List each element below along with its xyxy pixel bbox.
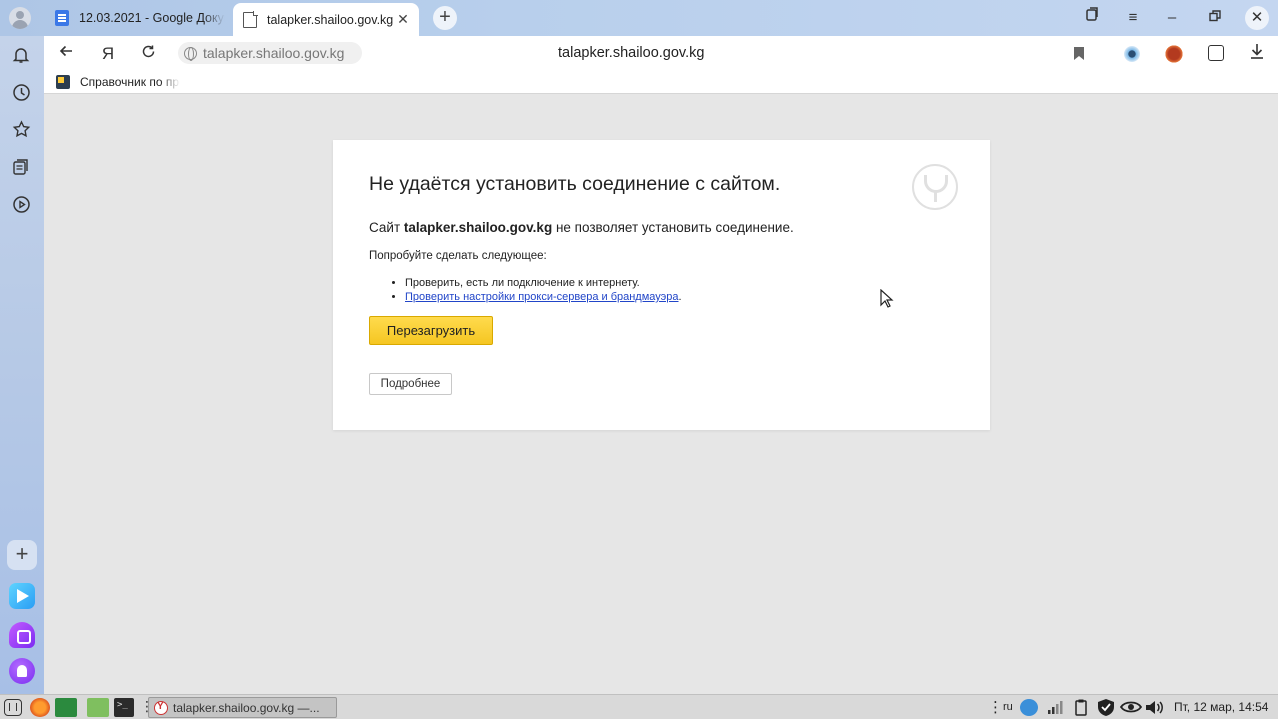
suggestions-list: Проверить, есть ли подключение к интерне…: [387, 276, 682, 304]
menu-icon[interactable]: ≡: [1121, 6, 1145, 30]
volume-icon[interactable]: [1144, 699, 1164, 719]
reload-icon[interactable]: [136, 42, 160, 66]
messenger-app-icon[interactable]: [9, 583, 35, 609]
sidebar: +: [0, 36, 44, 694]
bookmark-item-label[interactable]: Справочник по профессиям: [80, 75, 180, 89]
tab-title: talapker.shailoo.gov.kg: [267, 12, 393, 27]
assistant-app-icon[interactable]: [9, 658, 35, 684]
files-folder-icon[interactable]: [87, 698, 109, 717]
mouse-cursor-icon: [880, 289, 894, 308]
keyboard-layout[interactable]: ru: [1003, 698, 1013, 717]
favorites-star-icon[interactable]: [10, 120, 32, 142]
shield-icon[interactable]: [1096, 698, 1116, 719]
yandex-browser-icon: [154, 700, 168, 715]
suggestion-text: Проверить, есть ли подключение к интерне…: [405, 277, 640, 289]
browser-toolbar: Я talapker.shailoo.gov.kg talapker.shail…: [44, 36, 1278, 72]
separator-dots-icon: ⋮: [140, 698, 154, 714]
desc-host: talapker.shailoo.gov.kg: [403, 220, 553, 235]
start-menu-icon[interactable]: [4, 699, 22, 716]
add-panel-button[interactable]: +: [7, 540, 37, 570]
tab-title: 12.03.2021 - Google Документы: [79, 11, 225, 25]
history-clock-icon[interactable]: [10, 83, 32, 105]
suggestion-suffix: .: [678, 291, 682, 303]
tab-talapker[interactable]: talapker.shailoo.gov.kg ✕: [233, 3, 419, 36]
tab-strip: 12.03.2021 - Google Документы talapker.s…: [0, 0, 1278, 36]
tabs-panel-icon[interactable]: [1080, 6, 1104, 30]
page-content: Не удаётся установить соединение с сайто…: [44, 95, 1278, 694]
reload-button[interactable]: Перезагрузить: [369, 316, 493, 345]
close-tab-icon[interactable]: ✕: [393, 11, 413, 28]
page-title: talapker.shailoo.gov.kg: [558, 45, 705, 61]
bookmarks-bar: Справочник по профессиям: [44, 72, 1278, 94]
restore-icon[interactable]: [1203, 6, 1227, 30]
details-button[interactable]: Подробнее: [369, 373, 452, 395]
error-card: Не удаётся установить соединение с сайто…: [333, 140, 990, 430]
bookmark-icon[interactable]: [1074, 47, 1084, 60]
close-window-icon[interactable]: ✕: [1245, 6, 1269, 30]
error-title: Не удаётся установить соединение с сайто…: [369, 173, 781, 195]
minimize-icon[interactable]: –: [1160, 6, 1184, 30]
yandex-home-button[interactable]: Я: [96, 42, 120, 66]
taskbar-window-item[interactable]: talapker.shailoo.gov.kg —...: [148, 697, 337, 718]
address-text: talapker.shailoo.gov.kg: [203, 45, 345, 61]
extension-eye-icon[interactable]: [1124, 46, 1140, 62]
address-bar[interactable]: talapker.shailoo.gov.kg: [178, 42, 362, 64]
tray-separator-icon: ⋮: [988, 699, 1003, 716]
list-item: Проверить настройки прокси-сервера и бра…: [405, 290, 682, 304]
taskbar-window-label: talapker.shailoo.gov.kg —...: [173, 700, 320, 715]
list-item: Проверить, есть ли подключение к интерне…: [405, 276, 682, 290]
update-badge-icon[interactable]: [1020, 699, 1038, 716]
network-signal-icon[interactable]: [1047, 700, 1063, 719]
tab-google-docs[interactable]: 12.03.2021 - Google Документы: [45, 3, 225, 33]
terminal-icon[interactable]: [114, 698, 134, 717]
clipboard-icon[interactable]: [1075, 699, 1087, 719]
error-description: Сайт talapker.shailoo.gov.kg не позволяе…: [369, 220, 794, 235]
alice-app-icon[interactable]: [9, 622, 35, 648]
back-icon[interactable]: [54, 42, 78, 66]
collections-icon[interactable]: [10, 158, 32, 180]
extension-bug-icon[interactable]: [1164, 44, 1184, 64]
firefox-icon[interactable]: [30, 698, 50, 717]
notifications-bell-icon[interactable]: [10, 46, 32, 68]
google-docs-icon: [55, 10, 69, 26]
downloads-icon[interactable]: [1249, 42, 1265, 65]
app-launcher-icon[interactable]: [55, 698, 77, 717]
clock[interactable]: Пт, 12 мар, 14:54: [1174, 698, 1268, 717]
globe-icon: [184, 46, 197, 61]
proxy-settings-link[interactable]: Проверить настройки прокси-сервера и бра…: [405, 291, 679, 303]
play-video-icon[interactable]: [10, 195, 32, 217]
page-icon: [243, 11, 258, 28]
bookmark-favicon: [56, 75, 70, 89]
new-tab-button[interactable]: +: [433, 6, 457, 30]
extension-reader-icon[interactable]: [1208, 45, 1224, 61]
desc-prefix: Сайт: [369, 220, 404, 235]
yandex-browser-logo-icon: [912, 164, 958, 210]
nvidia-icon[interactable]: [1119, 700, 1143, 719]
profile-avatar-icon[interactable]: [9, 7, 31, 29]
taskbar: ⋮ talapker.shailoo.gov.kg —... ⋮ ru Пт, …: [0, 694, 1278, 719]
desc-suffix: не позволяет установить соединение.: [552, 220, 794, 235]
try-label: Попробуйте сделать следующее:: [369, 250, 547, 262]
